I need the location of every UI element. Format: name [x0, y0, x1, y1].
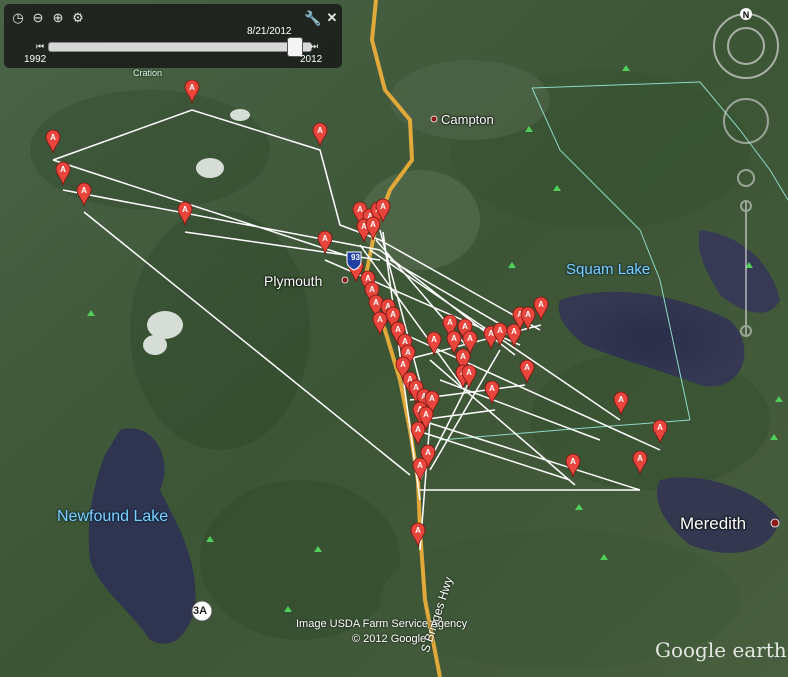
- marker-letter: A: [451, 334, 457, 343]
- place-label-meredith: Meredith: [680, 514, 747, 533]
- marker-letter: A: [460, 352, 466, 361]
- marker-letter: A: [415, 526, 421, 535]
- imagery-credit: Image USDA Farm Service Agency: [296, 618, 468, 630]
- marker-letter: A: [373, 298, 379, 307]
- marker-letter: A: [429, 394, 435, 403]
- marker-letter: A: [182, 205, 188, 214]
- marker-letter: A: [637, 454, 643, 463]
- highway-shield-label: 93: [351, 253, 360, 262]
- zoom-out-icon[interactable]: ⊖: [30, 10, 46, 26]
- marker-letter: A: [390, 310, 396, 319]
- marker-letter: A: [365, 274, 371, 283]
- marker-letter: A: [462, 322, 468, 331]
- marker-letter: A: [417, 461, 423, 470]
- copyright-credit: © 2012 Google: [352, 633, 427, 645]
- marker-letter: A: [423, 410, 429, 419]
- marker-letter: A: [405, 348, 411, 357]
- playback-options-icon[interactable]: ⚙: [70, 10, 86, 26]
- marker-letter: A: [189, 83, 195, 92]
- marker-letter: A: [431, 335, 437, 344]
- marker-letter: A: [489, 384, 495, 393]
- clock-icon[interactable]: ◷: [10, 10, 26, 26]
- marker-letter: A: [415, 425, 421, 434]
- marker-letter: A: [524, 363, 530, 372]
- look-joystick-icon: [723, 98, 769, 144]
- marker-letter: A: [525, 310, 531, 319]
- marker-letter: A: [425, 448, 431, 457]
- marker-letter: A: [570, 457, 576, 466]
- marker-letter: A: [322, 234, 328, 243]
- marker-letter: A: [380, 202, 386, 211]
- marker-letter: A: [317, 126, 323, 135]
- step-forward-icon[interactable]: ⏭: [306, 38, 322, 54]
- place-label-campton: Campton: [441, 112, 494, 127]
- google-earth-logo: Google earth: [655, 638, 787, 662]
- time-slider-track[interactable]: [48, 42, 312, 52]
- satellite-map[interactable]: AAAAAAAAAAA AAAA AAAAAAAAAA AAAAAAAA AA AA A AA…: [0, 0, 788, 677]
- marker-letter: A: [370, 220, 376, 229]
- marker-letter: A: [511, 327, 517, 336]
- marker-letter: A: [357, 205, 363, 214]
- marker-letter: A: [618, 395, 624, 404]
- marker-letter: A: [395, 325, 401, 334]
- wrench-icon[interactable]: 🔧: [304, 10, 321, 26]
- step-back-icon[interactable]: ⏮: [32, 38, 48, 54]
- time-slider-toolbar: ◷ ⊖ ⊕ ⚙ 🔧 ✕ 8/21/2012 ⏮ ⏭ 1992 2012: [4, 4, 342, 68]
- street-view-icon: [737, 169, 755, 187]
- lake-label-squam: Squam Lake: [566, 261, 651, 278]
- place-label-plymouth: Plymouth: [264, 273, 323, 289]
- compass-north-label: N: [743, 10, 750, 20]
- compass-ring: [713, 13, 779, 79]
- marker-letter: A: [538, 300, 544, 309]
- marker-letter: A: [413, 383, 419, 392]
- marker-letter: A: [400, 360, 406, 369]
- end-year-label: 2012: [300, 54, 323, 65]
- marker-letter: A: [50, 133, 56, 142]
- zoom-in-icon[interactable]: ⊕: [50, 10, 66, 26]
- marker-letter: A: [657, 423, 663, 432]
- route-shield-label: 3A: [193, 605, 208, 617]
- close-icon[interactable]: ✕: [324, 10, 340, 26]
- marker-letter: A: [369, 285, 375, 294]
- marker-letter: A: [60, 165, 66, 174]
- marker-letter: A: [466, 368, 472, 377]
- marker-letter: A: [377, 315, 383, 324]
- lake-label-newfound: Newfound Lake: [57, 508, 169, 525]
- marker-letter: A: [81, 186, 87, 195]
- current-date-label: 8/21/2012: [247, 26, 292, 37]
- start-year-label: 1992: [24, 54, 47, 65]
- marker-letter: A: [467, 334, 473, 343]
- partial-place-label: Cration: [133, 68, 163, 78]
- navigation-controls[interactable]: N: [710, 6, 780, 346]
- marker-letter: A: [497, 326, 503, 335]
- marker-letter: A: [447, 318, 453, 327]
